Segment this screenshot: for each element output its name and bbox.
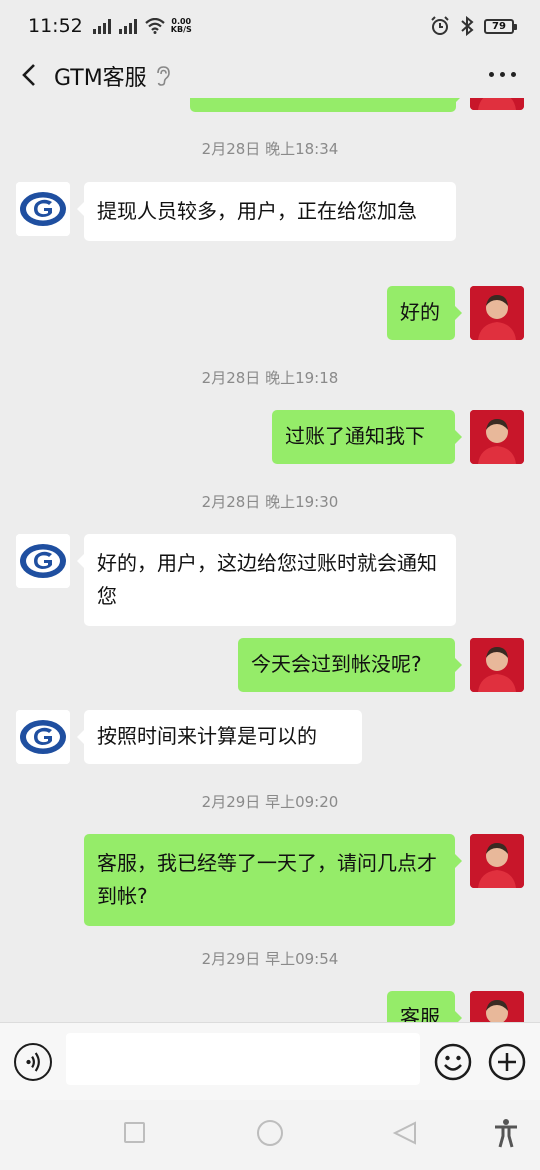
battery-indicator: 79 [484, 18, 517, 34]
user-photo-icon [470, 991, 524, 1022]
cellular-signal-2-icon [118, 18, 137, 34]
gtm-logo-icon [16, 710, 70, 764]
timestamp: 2月28日 晚上19:30 [201, 493, 339, 511]
timestamp: 2月29日 早上09:54 [201, 950, 339, 968]
message-bubble-self[interactable]: 今天会过到帐没呢? [238, 638, 462, 692]
plus-icon[interactable] [488, 1043, 526, 1081]
cellular-signal-1-icon [92, 18, 111, 34]
ear-icon [156, 66, 170, 86]
chat-header: GTM客服 [0, 52, 540, 98]
user-photo-icon [470, 286, 524, 340]
recent-apps-icon[interactable] [124, 1122, 145, 1143]
avatar-self[interactable] [470, 834, 524, 888]
avatar-gtm[interactable] [16, 182, 70, 236]
message-bubble-self[interactable]: 客服，我已经等了一天了，请问几点才到帐? [84, 834, 462, 926]
status-time: 11:52 [28, 15, 83, 37]
message-list[interactable]: 2月28日 晚上18:34 提现人员较多，用户，正在给您加急 好的 2月28日 … [0, 98, 540, 1022]
avatar-gtm[interactable] [16, 534, 70, 588]
chat-title: GTM客服 [54, 60, 171, 92]
wifi-icon [145, 18, 165, 34]
user-photo-icon [470, 834, 524, 888]
message-bubble-self[interactable]: 客服 [387, 991, 462, 1022]
net-speed: 0.00 KB/S [171, 18, 192, 34]
contact-name: GTM客服 [54, 66, 147, 91]
user-photo-icon [470, 638, 524, 692]
voice-icon[interactable] [14, 1043, 52, 1081]
alarm-icon [431, 16, 449, 35]
input-bar [0, 1022, 540, 1100]
timestamp: 2月29日 早上09:20 [201, 793, 339, 811]
message-bubble-self[interactable] [190, 98, 463, 112]
chevron-left-icon[interactable] [18, 62, 44, 88]
net-speed-unit: KB/S [170, 25, 192, 34]
message-input[interactable] [66, 1033, 420, 1085]
message-bubble-other[interactable]: 好的，用户，这边给您过账时就会通知您 [77, 534, 456, 626]
message-bubble-self[interactable]: 好的 [387, 286, 462, 340]
message-bubble-other[interactable]: 按照时间来计算是可以的 [77, 710, 362, 764]
system-nav-bar [0, 1100, 540, 1170]
avatar-self[interactable] [470, 410, 524, 464]
status-bar: 11:52 0.00 KB/S 79 [0, 0, 540, 52]
message-bubble-self[interactable]: 过账了通知我下 [272, 410, 462, 464]
home-icon[interactable] [257, 1120, 283, 1146]
accessibility-icon[interactable] [492, 1118, 520, 1148]
avatar-self[interactable] [470, 98, 524, 110]
back-triangle-icon[interactable] [392, 1120, 418, 1146]
avatar-self[interactable] [470, 638, 524, 692]
message-bubble-other[interactable]: 提现人员较多，用户，正在给您加急 [77, 182, 456, 241]
emoji-icon[interactable] [434, 1043, 472, 1081]
avatar-self[interactable] [470, 991, 524, 1022]
gtm-logo-icon [16, 182, 70, 236]
gtm-logo-icon [16, 534, 70, 588]
user-photo-icon [470, 98, 524, 110]
timestamp: 2月28日 晚上19:18 [201, 369, 339, 387]
bluetooth-icon [461, 16, 474, 36]
avatar-gtm[interactable] [16, 710, 70, 764]
timestamp: 2月28日 晚上18:34 [201, 140, 339, 158]
avatar-self[interactable] [470, 286, 524, 340]
more-dots-icon[interactable] [489, 72, 516, 77]
user-photo-icon [470, 410, 524, 464]
